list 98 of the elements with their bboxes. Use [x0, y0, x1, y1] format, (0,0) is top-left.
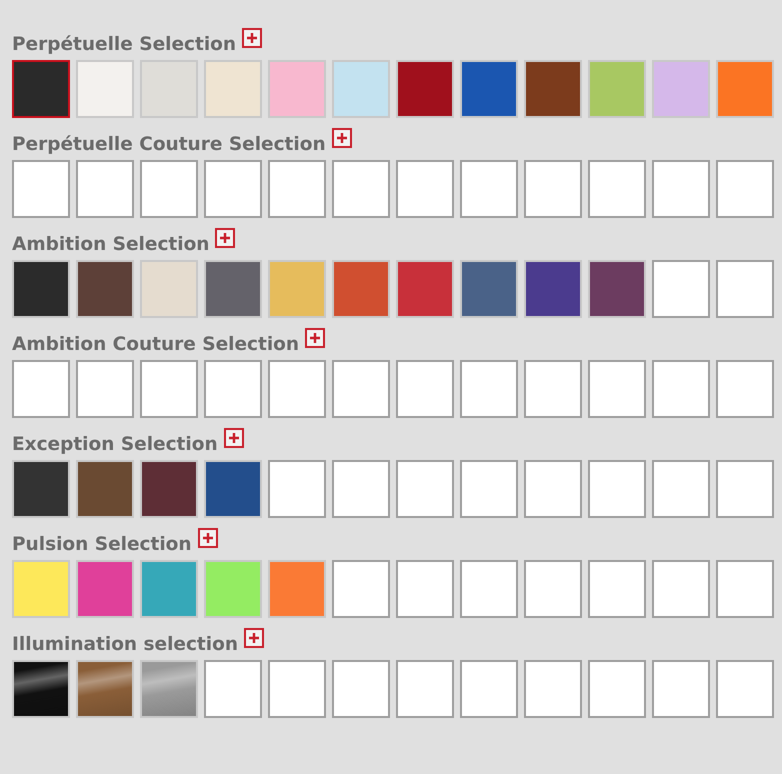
color-swatch[interactable]: [12, 60, 70, 118]
section-title: Perpétuelle Couture Selection: [12, 134, 326, 156]
section-title: Ambition Selection: [12, 234, 210, 256]
color-swatch[interactable]: [460, 260, 518, 318]
empty-swatch[interactable]: [652, 560, 710, 618]
color-swatch[interactable]: [140, 660, 198, 718]
plus-icon[interactable]: [242, 28, 262, 48]
color-swatch[interactable]: [76, 60, 134, 118]
empty-swatch[interactable]: [652, 260, 710, 318]
empty-swatch[interactable]: [396, 460, 454, 518]
color-swatch[interactable]: [140, 260, 198, 318]
empty-swatch[interactable]: [716, 160, 774, 218]
color-swatch[interactable]: [332, 60, 390, 118]
empty-swatch[interactable]: [652, 460, 710, 518]
empty-swatch[interactable]: [588, 560, 646, 618]
color-swatch[interactable]: [588, 60, 646, 118]
empty-swatch[interactable]: [652, 160, 710, 218]
empty-swatch[interactable]: [140, 360, 198, 418]
empty-swatch[interactable]: [396, 660, 454, 718]
empty-swatch[interactable]: [716, 660, 774, 718]
color-swatch[interactable]: [524, 60, 582, 118]
section-title: Exception Selection: [12, 434, 218, 456]
empty-swatch[interactable]: [140, 160, 198, 218]
color-swatch[interactable]: [204, 560, 262, 618]
color-swatch[interactable]: [76, 660, 134, 718]
empty-swatch[interactable]: [460, 360, 518, 418]
color-swatch[interactable]: [140, 560, 198, 618]
color-swatch[interactable]: [460, 60, 518, 118]
empty-swatch[interactable]: [76, 360, 134, 418]
empty-swatch[interactable]: [12, 160, 70, 218]
color-swatch[interactable]: [76, 260, 134, 318]
color-swatch[interactable]: [12, 560, 70, 618]
color-swatch[interactable]: [588, 260, 646, 318]
empty-swatch[interactable]: [524, 460, 582, 518]
plus-icon[interactable]: [305, 328, 326, 348]
color-swatch[interactable]: [76, 560, 134, 618]
empty-swatch[interactable]: [652, 360, 710, 418]
empty-swatch[interactable]: [588, 360, 646, 418]
empty-swatch[interactable]: [524, 360, 582, 418]
color-swatch[interactable]: [524, 260, 582, 318]
plus-icon[interactable]: [244, 628, 264, 648]
empty-swatch[interactable]: [332, 660, 390, 718]
empty-swatch[interactable]: [396, 560, 454, 618]
color-swatch[interactable]: [268, 560, 326, 618]
empty-swatch[interactable]: [268, 460, 326, 518]
color-swatch[interactable]: [396, 260, 454, 318]
color-swatch[interactable]: [12, 260, 70, 318]
empty-swatch[interactable]: [588, 660, 646, 718]
empty-swatch[interactable]: [716, 560, 774, 618]
empty-swatch[interactable]: [524, 560, 582, 618]
color-swatch[interactable]: [332, 260, 390, 318]
color-swatch[interactable]: [12, 460, 70, 518]
empty-swatch[interactable]: [588, 160, 646, 218]
section-title: Pulsion Selection: [12, 534, 192, 556]
section-title: Perpétuelle Selection: [12, 34, 236, 56]
empty-swatch[interactable]: [268, 360, 326, 418]
plus-icon[interactable]: [332, 128, 352, 148]
color-swatch[interactable]: [76, 460, 134, 518]
empty-swatch[interactable]: [396, 160, 454, 218]
empty-swatch[interactable]: [460, 160, 518, 218]
empty-swatch[interactable]: [460, 660, 518, 718]
color-swatch[interactable]: [652, 60, 710, 118]
color-swatch[interactable]: [716, 60, 774, 118]
empty-swatch[interactable]: [204, 360, 262, 418]
plus-icon[interactable]: [215, 228, 236, 248]
empty-swatch[interactable]: [332, 460, 390, 518]
empty-swatch[interactable]: [332, 160, 390, 218]
color-swatch[interactable]: [140, 460, 198, 518]
empty-swatch[interactable]: [524, 660, 582, 718]
empty-swatch[interactable]: [332, 560, 390, 618]
color-swatch[interactable]: [396, 60, 454, 118]
section-title: Illumination selection: [12, 634, 238, 656]
empty-swatch[interactable]: [332, 360, 390, 418]
empty-swatch[interactable]: [460, 560, 518, 618]
empty-swatch[interactable]: [716, 360, 774, 418]
empty-swatch[interactable]: [524, 160, 582, 218]
empty-swatch[interactable]: [716, 260, 774, 318]
section-title: Ambition Couture Selection: [12, 334, 300, 356]
empty-swatch[interactable]: [588, 460, 646, 518]
empty-swatch[interactable]: [396, 360, 454, 418]
color-swatch[interactable]: [204, 60, 262, 118]
empty-swatch[interactable]: [12, 360, 70, 418]
empty-swatch[interactable]: [268, 160, 326, 218]
empty-swatch[interactable]: [76, 160, 134, 218]
empty-swatch[interactable]: [460, 460, 518, 518]
empty-swatch[interactable]: [716, 460, 774, 518]
color-swatch[interactable]: [268, 60, 326, 118]
empty-swatch[interactable]: [204, 160, 262, 218]
color-swatch[interactable]: [268, 260, 326, 318]
plus-icon[interactable]: [198, 528, 218, 548]
empty-swatch[interactable]: [204, 660, 262, 718]
color-swatch[interactable]: [204, 460, 262, 518]
empty-swatch[interactable]: [652, 660, 710, 718]
color-swatch[interactable]: [204, 260, 262, 318]
color-swatch[interactable]: [12, 660, 70, 718]
plus-icon[interactable]: [224, 428, 244, 448]
empty-swatch[interactable]: [268, 660, 326, 718]
color-swatch[interactable]: [140, 60, 198, 118]
